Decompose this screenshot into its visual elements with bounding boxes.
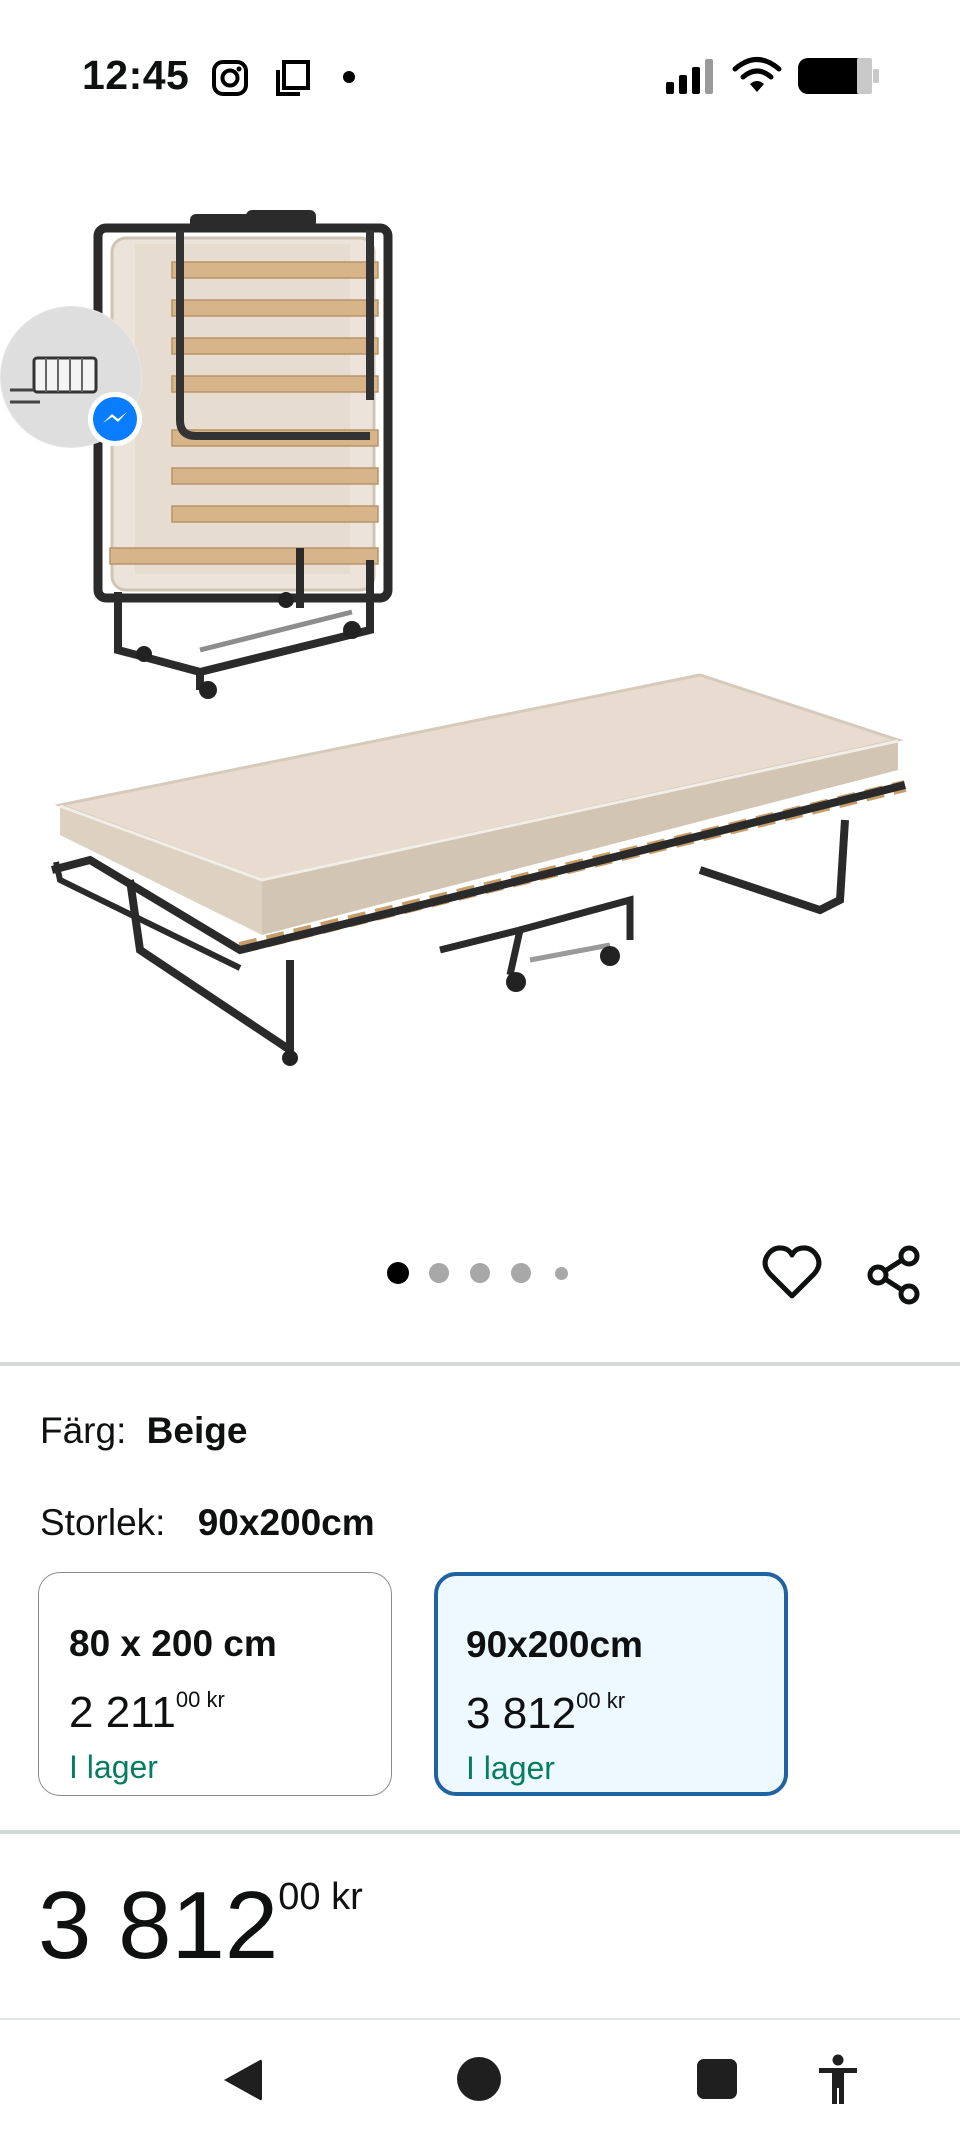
size-option-90x200-selected[interactable]: 90x200cm 3 81200 kr I lager [434, 1572, 788, 1796]
carousel-dot[interactable] [555, 1267, 568, 1280]
carousel-dot[interactable] [429, 1263, 449, 1283]
carousel-dot[interactable] [511, 1263, 531, 1283]
size-option-price: 2 21100 kr [69, 1687, 225, 1737]
share-icon[interactable] [866, 1245, 922, 1305]
divider [0, 1830, 960, 1834]
home-icon[interactable] [456, 2056, 502, 2102]
size-row: Storlek: 90x200cm [40, 1502, 375, 1544]
product-price: 3 81200 kr [38, 1872, 363, 1979]
accessibility-icon[interactable] [816, 2054, 860, 2106]
color-label: Färg: [40, 1410, 127, 1451]
size-option-80x200[interactable]: 80 x 200 cm 2 21100 kr I lager [38, 1572, 392, 1796]
size-option-stock: I lager [466, 1750, 555, 1786]
size-option-stock: I lager [69, 1749, 158, 1785]
folded-bed-illustration [93, 210, 393, 699]
color-row: Färg: Beige [40, 1410, 247, 1452]
size-label: Storlek: [40, 1502, 166, 1543]
back-icon[interactable] [220, 2056, 264, 2104]
size-option-title: 90x200cm [466, 1624, 643, 1665]
size-option-price: 3 81200 kr [466, 1688, 626, 1738]
status-bar: 12:45 [0, 0, 960, 150]
signal-icon [666, 59, 713, 94]
open-bed-illustration [50, 673, 907, 1066]
heart-icon[interactable] [762, 1245, 822, 1301]
product-image[interactable] [0, 170, 960, 1170]
carousel-dot[interactable] [470, 1263, 490, 1283]
color-value: Beige [146, 1410, 248, 1451]
instagram-icon [212, 60, 248, 96]
size-value: 90x200cm [197, 1502, 375, 1543]
wifi-icon [732, 57, 782, 92]
notification-dot-icon [343, 71, 355, 83]
recents-icon[interactable] [696, 2058, 738, 2100]
divider [0, 1362, 960, 1366]
status-time: 12:45 [82, 52, 190, 98]
messenger-icon [88, 392, 142, 446]
battery-icon [798, 58, 879, 94]
copy-icon [276, 60, 310, 96]
navigation-bar [0, 2020, 960, 2142]
carousel-dot-active[interactable] [387, 1262, 409, 1284]
size-option-title: 80 x 200 cm [69, 1623, 277, 1664]
